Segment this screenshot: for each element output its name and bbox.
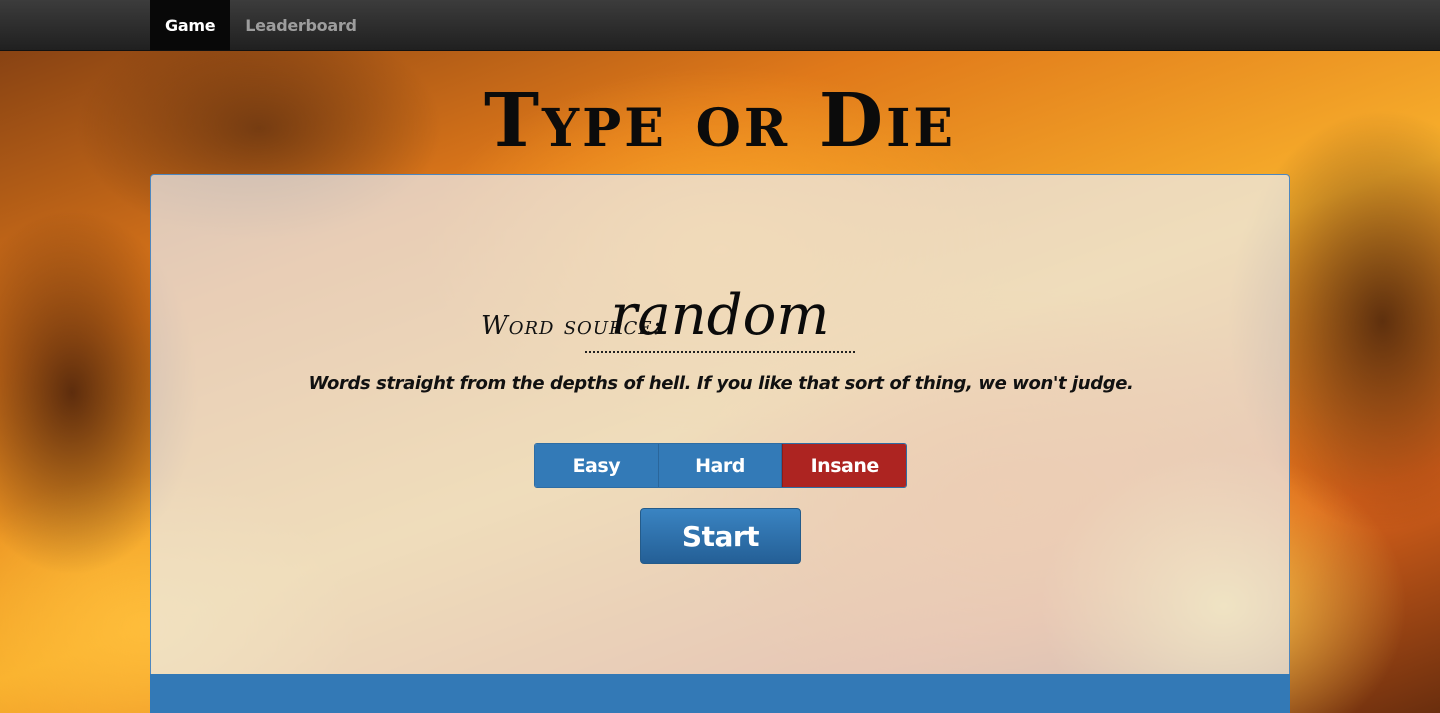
- word-source: Word source: random: [481, 281, 861, 353]
- nav-tabs: Game Leaderboard: [150, 0, 372, 50]
- page-title: Type or Die: [483, 78, 957, 164]
- difficulty-button-group: Easy Hard Insane: [534, 443, 907, 488]
- word-source-description: Words straight from the depths of hell. …: [308, 373, 1134, 394]
- difficulty-insane-button[interactable]: Insane: [782, 444, 906, 487]
- game-panel: Word source: random Words straight from …: [150, 174, 1290, 713]
- tab-game[interactable]: Game: [150, 0, 231, 50]
- difficulty-easy-button[interactable]: Easy: [535, 444, 659, 487]
- word-source-select[interactable]: random: [585, 281, 855, 353]
- start-button[interactable]: Start: [640, 508, 801, 564]
- difficulty-hard-button[interactable]: Hard: [658, 444, 783, 487]
- navbar: Game Leaderboard: [0, 0, 1440, 51]
- panel-footer: [150, 674, 1290, 713]
- tab-leaderboard[interactable]: Leaderboard: [230, 0, 371, 50]
